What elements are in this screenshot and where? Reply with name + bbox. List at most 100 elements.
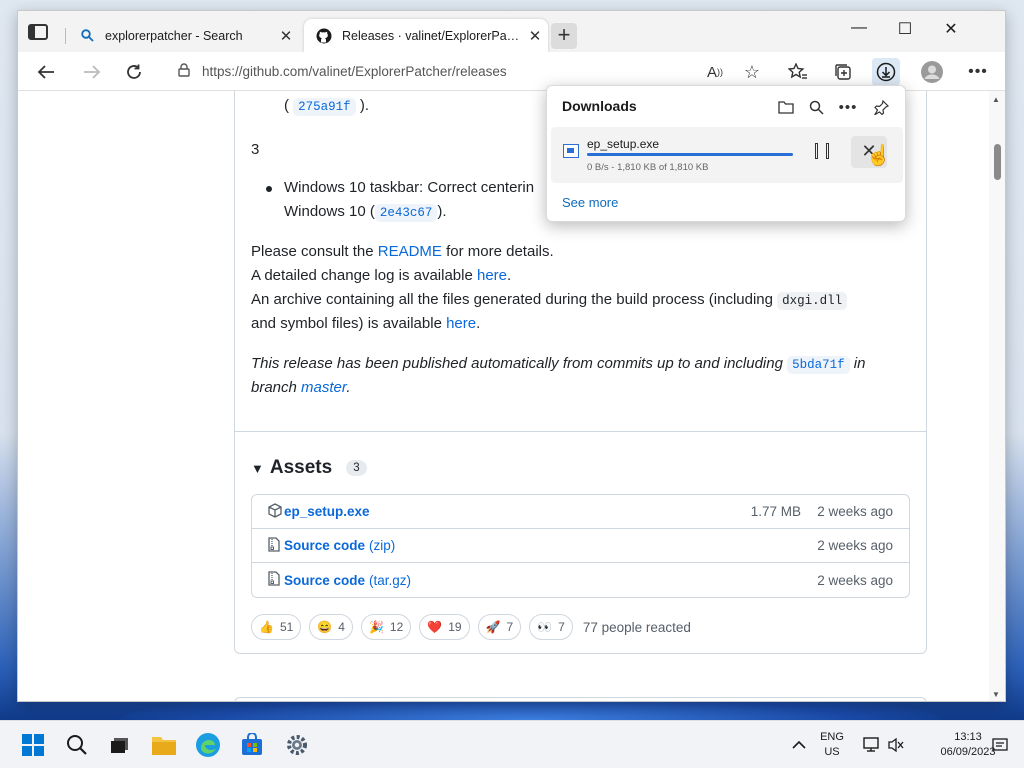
eyes-icon: 👀 <box>537 620 553 634</box>
open-folder-icon[interactable] <box>775 96 797 118</box>
readme-link[interactable]: README <box>378 243 442 260</box>
language-indicator[interactable]: ENG US <box>816 730 848 760</box>
archive-link[interactable]: here <box>446 315 476 332</box>
file-zip-icon <box>268 536 284 555</box>
tab-close-icon[interactable]: ✕ <box>522 27 548 45</box>
commit-hash-link[interactable]: 2e43c67 <box>374 204 438 222</box>
search-icon[interactable] <box>63 731 91 759</box>
tab-bar: explorerpatcher - Search ✕ Releases · va… <box>18 11 1005 52</box>
changelog-link[interactable]: here <box>477 267 507 284</box>
see-more-link[interactable]: See more <box>562 195 618 210</box>
reaction-rocket[interactable]: 🚀 7 <box>477 614 522 640</box>
collections-icon[interactable] <box>829 58 857 86</box>
master-branch-link[interactable]: master <box>301 379 346 396</box>
download-file-name: ep_setup.exe <box>587 137 660 151</box>
edge-icon[interactable] <box>194 731 222 759</box>
reaction-count: 7 <box>506 620 514 634</box>
profile-avatar[interactable] <box>918 58 946 86</box>
more-options-icon[interactable]: ••• <box>964 58 992 86</box>
file-explorer-icon[interactable] <box>150 731 178 759</box>
tab-close-icon[interactable]: ✕ <box>273 27 299 45</box>
new-tab-button[interactable]: + <box>551 23 577 49</box>
download-progress-bar <box>587 153 793 156</box>
page-scrollbar[interactable]: ▲ ▼ <box>989 91 1005 701</box>
reaction-thumbs-up[interactable]: 👍 51 <box>251 614 302 640</box>
tab-actions-icon[interactable] <box>28 24 48 40</box>
favorites-icon[interactable] <box>784 58 812 86</box>
reaction-count: 12 <box>389 620 404 634</box>
changelog-line: A detailed change log is available here. <box>251 267 512 284</box>
assets-title: Assets <box>269 457 333 478</box>
github-icon <box>316 28 332 44</box>
section-number: 3 <box>251 141 260 158</box>
asset-link[interactable]: ep_setup.exe <box>284 504 370 519</box>
add-favorite-icon[interactable]: ☆ <box>738 58 766 86</box>
pause-icon[interactable] <box>811 143 833 163</box>
search-downloads-icon[interactable] <box>805 96 827 118</box>
tab-releases[interactable]: Releases · valinet/ExplorerPatcher ✕ <box>304 19 548 52</box>
taskbar: ENG US 13:13 06/09/2023 <box>0 720 1024 768</box>
reaction-count: 51 <box>279 620 294 634</box>
asset-link[interactable]: Source code <box>284 538 365 553</box>
caret-down-icon: ▼ <box>251 460 264 476</box>
exe-file-icon <box>563 144 579 158</box>
auto-line-1: This release has been published automati… <box>251 355 866 374</box>
bullet-dot <box>266 186 272 192</box>
tab-separator <box>65 28 66 44</box>
minimize-icon[interactable]: — <box>836 19 882 45</box>
hooray-icon: 🎉 <box>368 620 384 634</box>
volume-muted-icon[interactable] <box>882 731 910 759</box>
address-bar[interactable]: https://github.com/valinet/ExplorerPatch… <box>168 56 708 87</box>
refresh-icon[interactable] <box>120 58 148 86</box>
commit-hash-link[interactable]: 275a91f <box>293 98 356 116</box>
scroll-thumb[interactable] <box>994 144 1001 180</box>
reaction-eyes[interactable]: 👀 7 <box>529 614 573 640</box>
read-aloud-icon[interactable]: A)) <box>701 58 729 86</box>
downloads-panel: Downloads ••• ep_setup.exe 0 B/s - 1,810… <box>546 85 906 222</box>
assets-header[interactable]: ▼ Assets 3 <box>251 457 367 479</box>
asset-link[interactable]: Source code <box>284 573 365 588</box>
mouse-cursor: ☝ <box>866 145 891 167</box>
laugh-icon: 😄 <box>317 620 333 634</box>
tab-search[interactable]: explorerpatcher - Search ✕ <box>67 19 299 52</box>
pin-icon[interactable] <box>870 96 892 118</box>
reaction-count: 19 <box>448 620 462 634</box>
forward-icon[interactable] <box>78 58 106 86</box>
reaction-summary: 77 people reacted <box>582 619 691 635</box>
download-status: 0 B/s - 1,810 KB of 1,810 KB <box>587 162 709 173</box>
store-icon[interactable] <box>238 731 266 759</box>
thumbs-up-icon: 👍 <box>259 620 274 634</box>
tray-chevron-up-icon[interactable] <box>785 731 813 759</box>
url-text: https://github.com/valinet/ExplorerPatch… <box>202 64 507 79</box>
settings-gear-icon[interactable] <box>283 731 311 759</box>
download-item[interactable]: ep_setup.exe 0 B/s - 1,810 KB of 1,810 K… <box>551 127 903 183</box>
asset-row: Source code (tar.gz) 2 weeks ago <box>252 563 909 597</box>
asset-row: Source code (zip) 2 weeks ago <box>252 529 909 563</box>
asset-date: 2 weeks ago <box>817 504 893 519</box>
close-window-icon[interactable]: ✕ <box>928 19 974 45</box>
commit-hash-link[interactable]: 5bda71f <box>787 356 850 374</box>
back-icon[interactable] <box>32 58 60 86</box>
task-view-icon[interactable] <box>106 731 134 759</box>
auto-line-2: branch master. <box>251 379 351 396</box>
downloads-icon[interactable] <box>872 58 900 86</box>
maximize-icon[interactable]: ☐ <box>882 19 928 45</box>
reactions-bar: 👍 51 😄 4 🎉 12 ❤️ 19 🚀 7 👀 7 77 people reacted <box>251 614 691 640</box>
assets-table: ep_setup.exe 1.77 MB 2 weeks ago Source … <box>251 494 910 598</box>
lock-icon[interactable] <box>178 63 190 80</box>
reaction-heart[interactable]: ❤️ 19 <box>419 614 470 640</box>
more-options-icon[interactable]: ••• <box>837 96 859 118</box>
start-icon[interactable] <box>19 731 47 759</box>
download-progress-fill <box>587 153 793 156</box>
archive-line-1: An archive containing all the files gene… <box>251 288 848 313</box>
reaction-laugh[interactable]: 😄 4 <box>309 614 353 640</box>
notification-icon[interactable] <box>990 731 1010 759</box>
asset-format[interactable]: (tar.gz) <box>369 573 411 588</box>
scroll-up-icon[interactable]: ▲ <box>992 95 1000 104</box>
asset-format[interactable]: (zip) <box>369 538 395 553</box>
asset-row: ep_setup.exe 1.77 MB 2 weeks ago <box>252 495 909 529</box>
reaction-count: 4 <box>338 620 345 634</box>
reaction-hooray[interactable]: 🎉 12 <box>360 614 412 640</box>
scroll-down-icon[interactable]: ▼ <box>992 690 1000 699</box>
assets-count-badge: 3 <box>346 460 367 476</box>
